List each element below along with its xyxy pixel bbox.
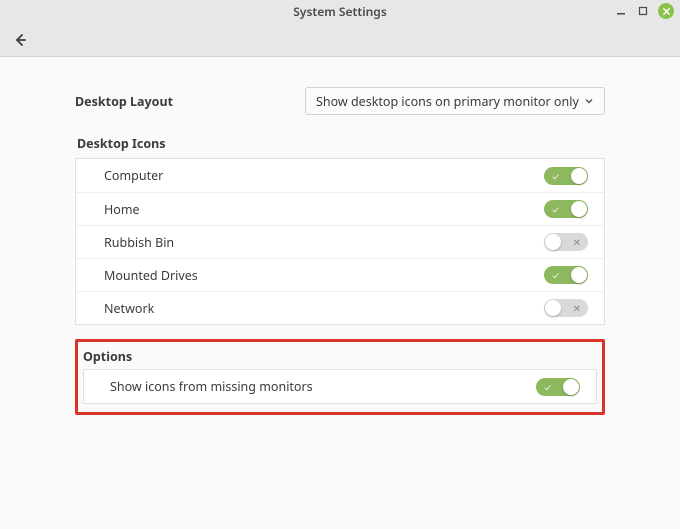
- minimize-icon[interactable]: [614, 4, 628, 18]
- chevron-down-icon: [584, 93, 594, 110]
- list-item: Show icons from missing monitors ✓: [84, 370, 596, 403]
- toggle-switch[interactable]: ✕: [544, 233, 588, 251]
- toggle-switch[interactable]: ✕: [544, 299, 588, 317]
- desktop-icons-title: Desktop Icons: [77, 135, 605, 152]
- toggle-switch[interactable]: ✓: [536, 378, 580, 396]
- content: Desktop Layout Show desktop icons on pri…: [0, 57, 680, 415]
- desktop-layout-label: Desktop Layout: [75, 93, 285, 110]
- row-label: Mounted Drives: [104, 267, 198, 284]
- row-label: Computer: [104, 167, 163, 184]
- options-panel: Show icons from missing monitors ✓: [83, 369, 597, 404]
- desktop-icons-panel: Computer ✓ Home ✓ Rubbish Bin ✕ Mounted Drives…: [75, 158, 605, 325]
- options-title: Options: [83, 348, 597, 365]
- list-item: Home ✓: [76, 192, 604, 225]
- dropdown-value: Show desktop icons on primary monitor on…: [316, 93, 579, 110]
- desktop-layout-row: Desktop Layout Show desktop icons on pri…: [75, 87, 605, 115]
- titlebar: System Settings: [0, 0, 680, 23]
- maximize-icon[interactable]: [636, 4, 650, 18]
- list-item: Mounted Drives ✓: [76, 258, 604, 291]
- row-label: Home: [104, 201, 140, 218]
- desktop-layout-dropdown[interactable]: Show desktop icons on primary monitor on…: [305, 87, 605, 115]
- window-title: System Settings: [0, 3, 680, 20]
- close-icon[interactable]: [658, 3, 674, 19]
- back-button[interactable]: [6, 27, 34, 53]
- options-highlight: Options Show icons from missing monitors…: [75, 339, 605, 415]
- row-label: Show icons from missing monitors: [110, 378, 313, 395]
- toggle-switch[interactable]: ✓: [544, 200, 588, 218]
- list-item: Rubbish Bin ✕: [76, 225, 604, 258]
- row-label: Network: [104, 300, 154, 317]
- row-label: Rubbish Bin: [104, 234, 174, 251]
- window-controls: [614, 3, 674, 19]
- toggle-switch[interactable]: ✓: [544, 167, 588, 185]
- list-item: Network ✕: [76, 291, 604, 324]
- toolbar: [0, 23, 680, 57]
- list-item: Computer ✓: [76, 159, 604, 192]
- toggle-switch[interactable]: ✓: [544, 266, 588, 284]
